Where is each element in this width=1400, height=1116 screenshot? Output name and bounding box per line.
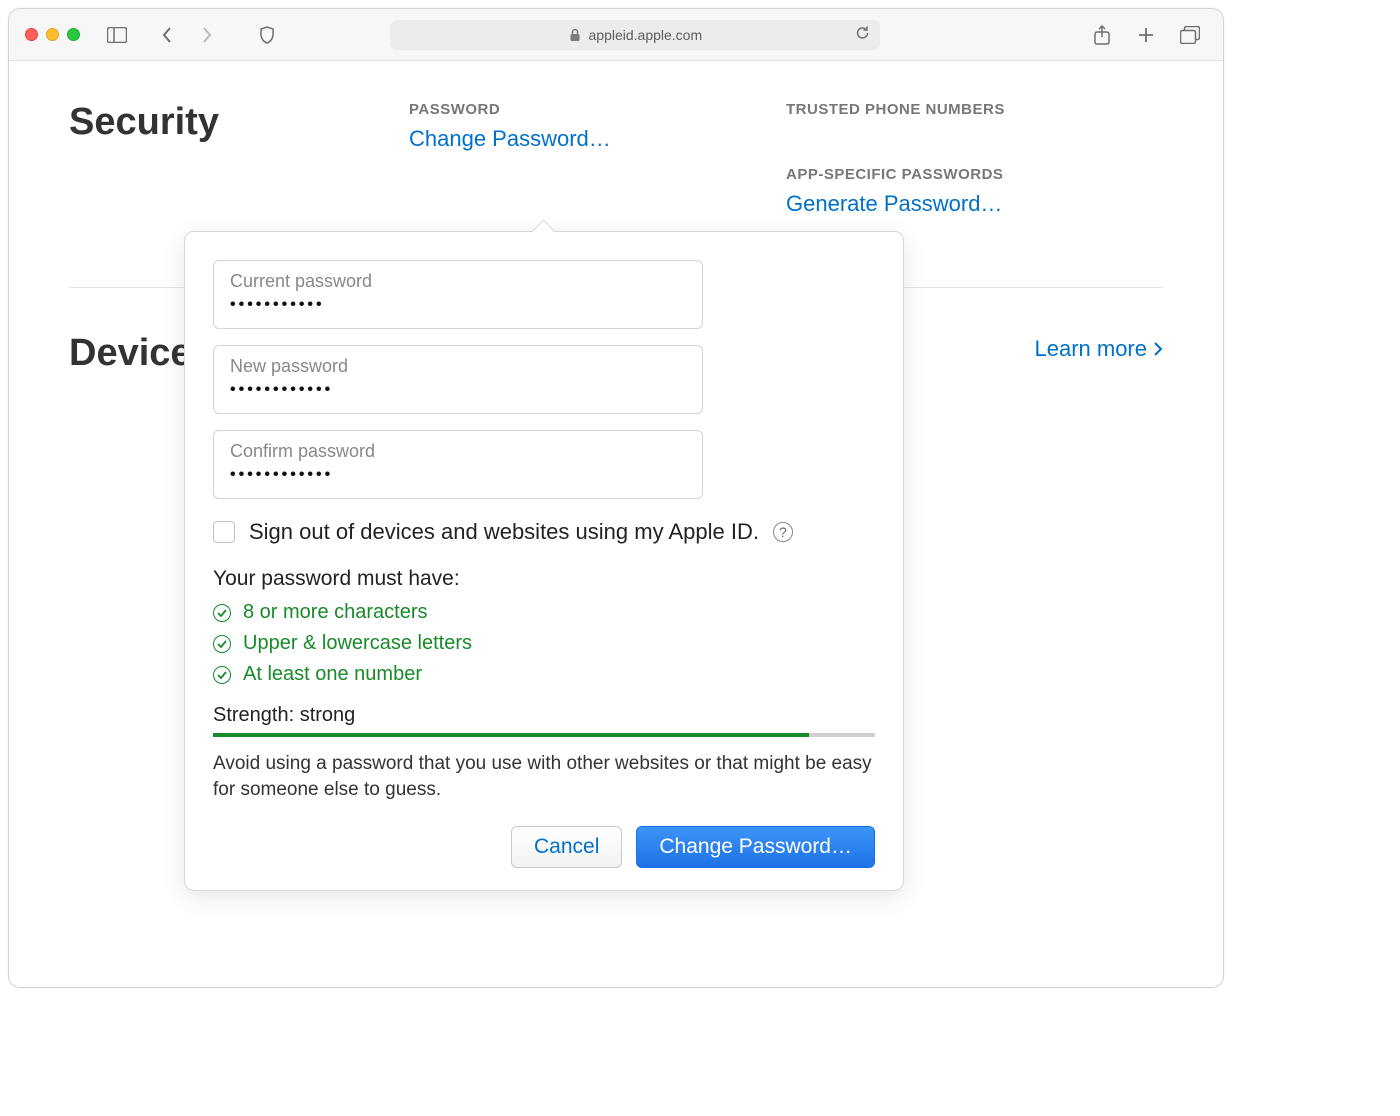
signout-checkbox[interactable] bbox=[213, 521, 235, 543]
safari-window: appleid.apple.com Security PASSWORD Chan… bbox=[8, 8, 1224, 988]
current-password-label: Current password bbox=[230, 271, 686, 292]
privacy-shield-button[interactable] bbox=[250, 20, 284, 50]
popover-buttons: Cancel Change Password… bbox=[213, 826, 875, 868]
change-password-button[interactable]: Change Password… bbox=[636, 826, 875, 868]
requirement-3: At least one number bbox=[213, 663, 875, 686]
new-tab-button[interactable] bbox=[1129, 20, 1163, 50]
signout-label: Sign out of devices and websites using m… bbox=[249, 519, 759, 545]
password-subheading: PASSWORD bbox=[409, 101, 786, 118]
minimize-window-button[interactable] bbox=[46, 28, 59, 41]
requirement-1: 8 or more characters bbox=[213, 601, 875, 624]
help-icon[interactable]: ? bbox=[773, 522, 793, 542]
confirm-password-value: •••••••••••• bbox=[230, 466, 333, 483]
zoom-window-button[interactable] bbox=[67, 28, 80, 41]
requirement-1-label: 8 or more characters bbox=[243, 601, 428, 624]
titlebar: appleid.apple.com bbox=[9, 9, 1223, 61]
forward-button[interactable] bbox=[190, 20, 224, 50]
password-advice: Avoid using a password that you use with… bbox=[213, 751, 875, 802]
new-password-label: New password bbox=[230, 356, 686, 377]
back-button[interactable] bbox=[150, 20, 184, 50]
confirm-password-field[interactable]: Confirm password •••••••••••• bbox=[213, 430, 703, 499]
app-specific-subheading: APP-SPECIFIC PASSWORDS bbox=[786, 166, 1163, 183]
share-button[interactable] bbox=[1085, 20, 1119, 50]
learn-more-link[interactable]: Learn more bbox=[1034, 336, 1163, 362]
generate-password-link[interactable]: Generate Password… bbox=[786, 191, 1163, 217]
sidebar-toggle-button[interactable] bbox=[100, 20, 134, 50]
requirement-2: Upper & lowercase letters bbox=[213, 632, 875, 655]
lock-icon bbox=[569, 28, 581, 42]
learn-more-label: Learn more bbox=[1034, 336, 1147, 362]
security-heading: Security bbox=[69, 101, 409, 144]
cancel-button[interactable]: Cancel bbox=[511, 826, 622, 868]
change-password-popover: Current password ••••••••••• New passwor… bbox=[184, 231, 904, 891]
new-password-value: •••••••••••• bbox=[230, 381, 333, 398]
current-password-value: ••••••••••• bbox=[230, 296, 325, 313]
strength-bar-fill bbox=[213, 733, 809, 737]
signout-row: Sign out of devices and websites using m… bbox=[213, 519, 875, 545]
reload-button[interactable] bbox=[855, 25, 870, 44]
tabs-overview-button[interactable] bbox=[1173, 20, 1207, 50]
confirm-password-label: Confirm password bbox=[230, 441, 686, 462]
url-host: appleid.apple.com bbox=[589, 27, 703, 43]
close-window-button[interactable] bbox=[25, 28, 38, 41]
check-icon bbox=[213, 635, 231, 653]
address-bar[interactable]: appleid.apple.com bbox=[390, 20, 880, 50]
change-password-link[interactable]: Change Password… bbox=[409, 126, 786, 152]
check-icon bbox=[213, 604, 231, 622]
strength-label: Strength: strong bbox=[213, 704, 875, 727]
requirement-3-label: At least one number bbox=[243, 663, 422, 686]
current-password-field[interactable]: Current password ••••••••••• bbox=[213, 260, 703, 329]
trusted-numbers-subheading: TRUSTED PHONE NUMBERS bbox=[786, 101, 1163, 118]
requirements-title: Your password must have: bbox=[213, 567, 875, 591]
check-icon bbox=[213, 666, 231, 684]
window-controls bbox=[25, 28, 80, 41]
strength-bar bbox=[213, 733, 875, 737]
requirement-2-label: Upper & lowercase letters bbox=[243, 632, 472, 655]
chevron-right-icon bbox=[1153, 341, 1163, 357]
new-password-field[interactable]: New password •••••••••••• bbox=[213, 345, 703, 414]
page-content: Security PASSWORD Change Password… TRUST… bbox=[9, 61, 1223, 987]
